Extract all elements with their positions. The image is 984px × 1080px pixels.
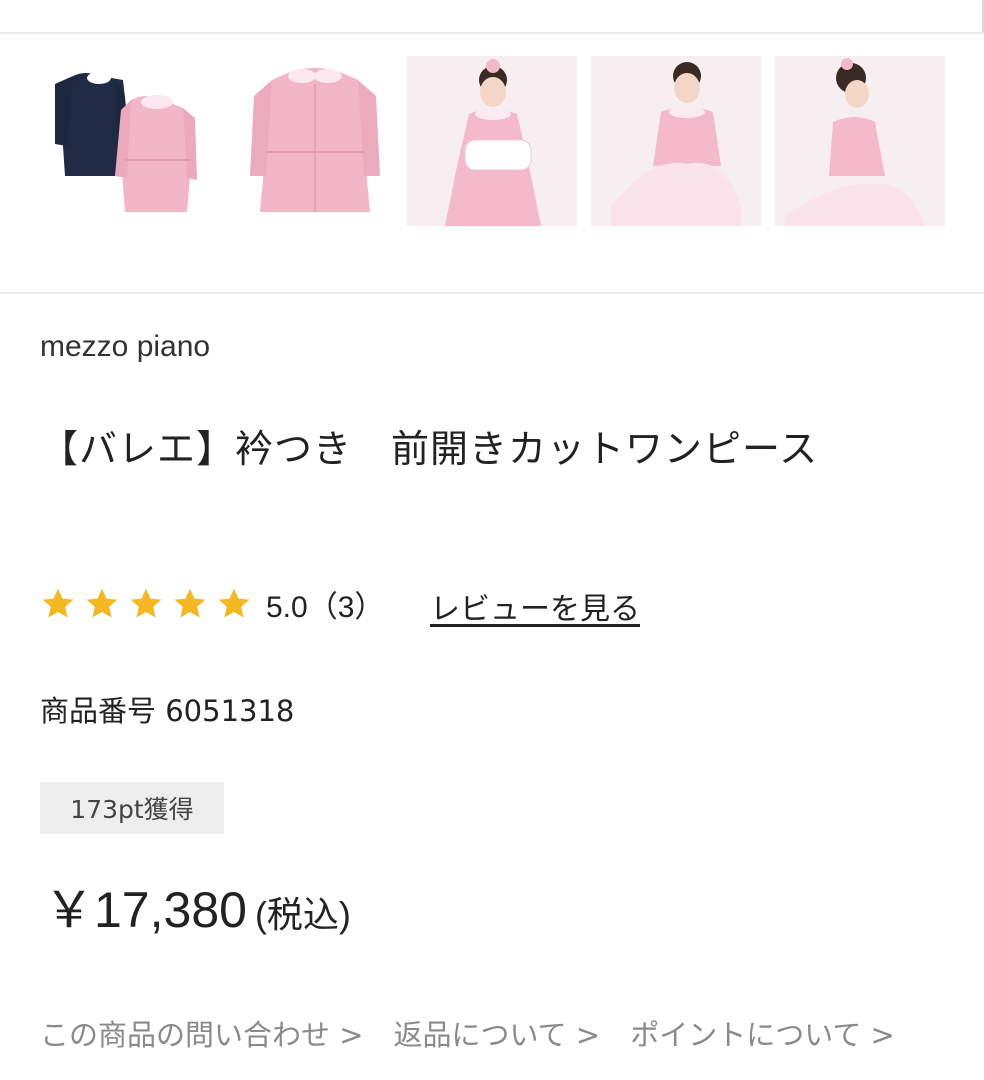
price: ￥17,380 (税込)	[44, 870, 351, 942]
girl-tulle-image	[591, 56, 761, 226]
price-amount: ￥17,380	[44, 882, 247, 938]
star-icon	[218, 588, 250, 618]
rating-row: 5.0（3）	[40, 582, 384, 626]
star-icon	[86, 588, 118, 618]
girl-bag-image	[407, 56, 577, 226]
thumbnail-4[interactable]	[591, 56, 761, 226]
points-info-link[interactable]: ポイントについて >	[630, 1012, 895, 1054]
brand-name[interactable]: mezzo piano	[40, 330, 210, 364]
star-icon	[42, 588, 74, 618]
thumbnail-1[interactable]	[45, 56, 215, 226]
girl-side-image	[775, 56, 945, 226]
product-title: 【バレエ】衿つき 前開きカットワンピース	[40, 427, 819, 471]
inquiry-link[interactable]: この商品の問い合わせ >	[40, 1012, 364, 1054]
returns-link[interactable]: 返品について >	[394, 1012, 601, 1054]
points-badge: 173pt獲得	[40, 782, 224, 834]
tax-note: (税込)	[254, 894, 351, 935]
view-reviews-link[interactable]: レビューを見る	[430, 584, 640, 628]
star-icon	[174, 588, 206, 618]
thumbnail-strip[interactable]	[0, 34, 984, 294]
top-bar	[0, 0, 984, 34]
product-number: 商品番号 6051318	[40, 694, 295, 728]
thumbnail-3[interactable]	[407, 56, 577, 226]
dresses-image	[45, 56, 215, 226]
rating-value: 5.0（3）	[266, 591, 385, 624]
pink-dress-image	[230, 56, 400, 226]
star-icon	[130, 588, 162, 618]
footer-links: この商品の問い合わせ > 返品について > ポイントについて >	[40, 1012, 895, 1054]
thumbnail-2[interactable]	[230, 56, 400, 226]
thumbnail-5[interactable]	[775, 56, 945, 226]
